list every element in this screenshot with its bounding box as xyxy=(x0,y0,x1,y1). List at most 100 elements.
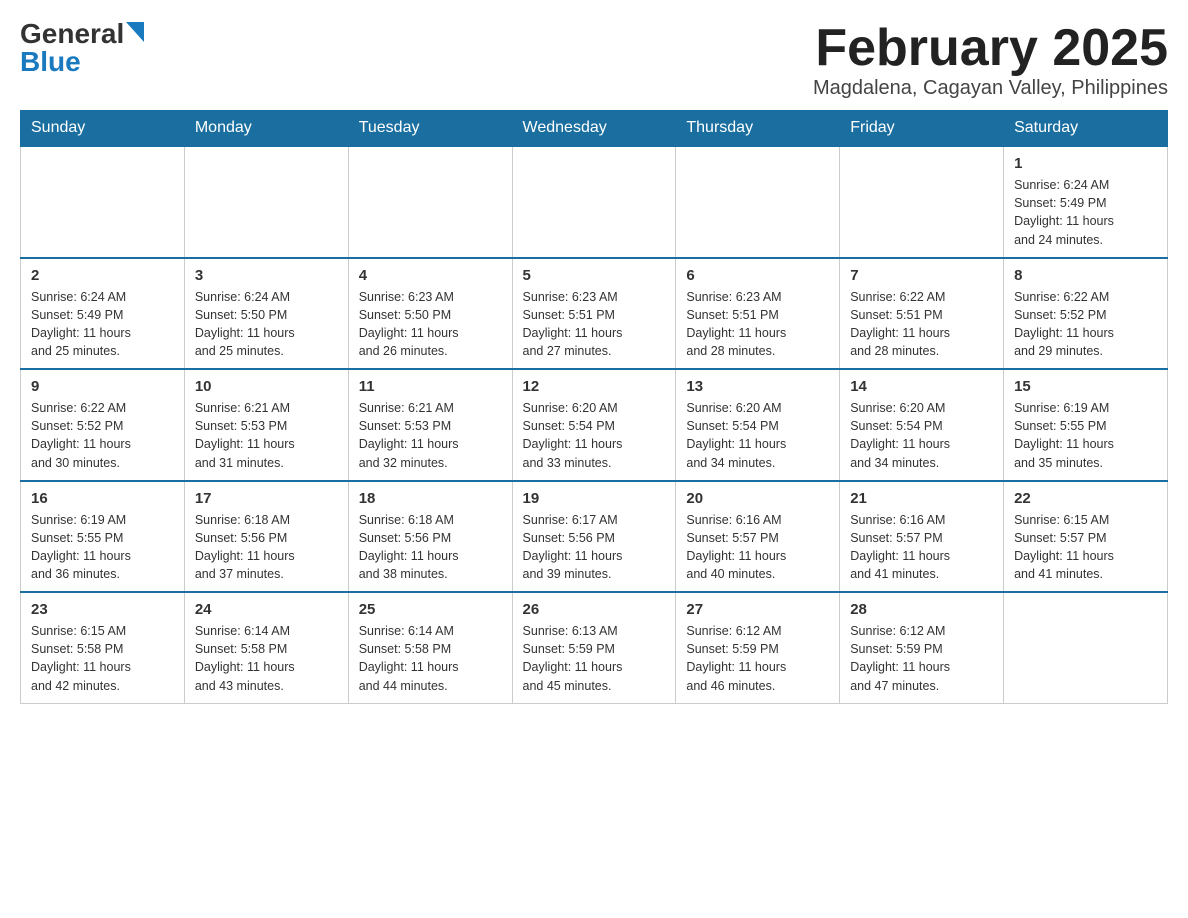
calendar-header: SundayMondayTuesdayWednesdayThursdayFrid… xyxy=(21,111,1168,147)
logo-arrow-icon xyxy=(126,22,144,42)
calendar-cell: 3 Sunrise: 6:24 AM Sunset: 5:50 PM Daylig… xyxy=(184,258,348,370)
day-number: 17 xyxy=(195,490,338,507)
calendar-cell: 28 Sunrise: 6:12 AM Sunset: 5:59 PM Dayli… xyxy=(840,592,1004,703)
calendar-title: February 2025 xyxy=(813,20,1168,77)
day-info: Sunrise: 6:18 AM Sunset: 5:56 PM Dayligh… xyxy=(359,511,502,584)
calendar-subtitle: Magdalena, Cagayan Valley, Philippines xyxy=(813,77,1168,100)
day-info: Sunrise: 6:16 AM Sunset: 5:57 PM Dayligh… xyxy=(686,511,829,584)
day-number: 7 xyxy=(850,267,993,284)
day-info: Sunrise: 6:15 AM Sunset: 5:57 PM Dayligh… xyxy=(1014,511,1157,584)
day-number: 2 xyxy=(31,267,174,284)
day-number: 22 xyxy=(1014,490,1157,507)
header-day-sunday: Sunday xyxy=(21,111,185,147)
header-day-tuesday: Tuesday xyxy=(348,111,512,147)
calendar-cell: 25 Sunrise: 6:14 AM Sunset: 5:58 PM Dayli… xyxy=(348,592,512,703)
calendar-cell: 2Sunrise: 6:24 AM Sunset: 5:49 PM Daylig… xyxy=(21,258,185,370)
calendar-week-5: 23 Sunrise: 6:15 AM Sunset: 5:58 PM Dayli… xyxy=(21,592,1168,703)
day-info: Sunrise: 6:14 AM Sunset: 5:58 PM Dayligh… xyxy=(195,622,338,695)
calendar-cell xyxy=(840,146,1004,258)
calendar-cell: 13 Sunrise: 6:20 AM Sunset: 5:54 PM Dayli… xyxy=(676,369,840,481)
calendar-week-3: 9 Sunrise: 6:22 AM Sunset: 5:52 PM Daylig… xyxy=(21,369,1168,481)
day-number: 19 xyxy=(523,490,666,507)
logo: General Blue xyxy=(20,20,144,76)
day-info: Sunrise: 6:17 AM Sunset: 5:56 PM Dayligh… xyxy=(523,511,666,584)
calendar-cell xyxy=(21,146,185,258)
calendar-cell: 21 Sunrise: 6:16 AM Sunset: 5:57 PM Dayli… xyxy=(840,481,1004,593)
day-number: 8 xyxy=(1014,267,1157,284)
calendar-cell: 26 Sunrise: 6:13 AM Sunset: 5:59 PM Dayli… xyxy=(512,592,676,703)
day-info: Sunrise: 6:16 AM Sunset: 5:57 PM Dayligh… xyxy=(850,511,993,584)
day-info: Sunrise: 6:23 AM Sunset: 5:51 PM Dayligh… xyxy=(686,288,829,361)
day-number: 24 xyxy=(195,601,338,618)
day-info: Sunrise: 6:22 AM Sunset: 5:51 PM Dayligh… xyxy=(850,288,993,361)
calendar-cell: 15 Sunrise: 6:19 AM Sunset: 5:55 PM Dayli… xyxy=(1004,369,1168,481)
day-number: 9 xyxy=(31,378,174,395)
day-number: 25 xyxy=(359,601,502,618)
day-info: Sunrise: 6:21 AM Sunset: 5:53 PM Dayligh… xyxy=(359,399,502,472)
day-info: Sunrise: 6:18 AM Sunset: 5:56 PM Dayligh… xyxy=(195,511,338,584)
calendar-cell: 20 Sunrise: 6:16 AM Sunset: 5:57 PM Dayli… xyxy=(676,481,840,593)
day-info: Sunrise: 6:15 AM Sunset: 5:58 PM Dayligh… xyxy=(31,622,174,695)
calendar-cell: 8Sunrise: 6:22 AM Sunset: 5:52 PM Daylig… xyxy=(1004,258,1168,370)
day-info: Sunrise: 6:22 AM Sunset: 5:52 PM Dayligh… xyxy=(31,399,174,472)
header-day-wednesday: Wednesday xyxy=(512,111,676,147)
day-number: 10 xyxy=(195,378,338,395)
calendar-cell: 6Sunrise: 6:23 AM Sunset: 5:51 PM Daylig… xyxy=(676,258,840,370)
day-info: Sunrise: 6:20 AM Sunset: 5:54 PM Dayligh… xyxy=(850,399,993,472)
day-info: Sunrise: 6:20 AM Sunset: 5:54 PM Dayligh… xyxy=(523,399,666,472)
day-number: 5 xyxy=(523,267,666,284)
calendar-cell: 23 Sunrise: 6:15 AM Sunset: 5:58 PM Dayli… xyxy=(21,592,185,703)
day-number: 11 xyxy=(359,378,502,395)
calendar-cell: 17 Sunrise: 6:18 AM Sunset: 5:56 PM Dayli… xyxy=(184,481,348,593)
day-info: Sunrise: 6:14 AM Sunset: 5:58 PM Dayligh… xyxy=(359,622,502,695)
calendar-body: 1Sunrise: 6:24 AM Sunset: 5:49 PM Daylig… xyxy=(21,146,1168,703)
day-info: Sunrise: 6:23 AM Sunset: 5:51 PM Dayligh… xyxy=(523,288,666,361)
page-header: General Blue February 2025 Magdalena, Ca… xyxy=(20,20,1168,100)
day-number: 13 xyxy=(686,378,829,395)
header-day-monday: Monday xyxy=(184,111,348,147)
calendar-week-4: 16Sunrise: 6:19 AM Sunset: 5:55 PM Dayli… xyxy=(21,481,1168,593)
header-day-thursday: Thursday xyxy=(676,111,840,147)
day-number: 15 xyxy=(1014,378,1157,395)
day-info: Sunrise: 6:19 AM Sunset: 5:55 PM Dayligh… xyxy=(1014,399,1157,472)
calendar-cell xyxy=(512,146,676,258)
header-day-saturday: Saturday xyxy=(1004,111,1168,147)
day-number: 23 xyxy=(31,601,174,618)
calendar-cell: 24 Sunrise: 6:14 AM Sunset: 5:58 PM Dayli… xyxy=(184,592,348,703)
calendar-cell: 14 Sunrise: 6:20 AM Sunset: 5:54 PM Dayli… xyxy=(840,369,1004,481)
calendar-cell: 1Sunrise: 6:24 AM Sunset: 5:49 PM Daylig… xyxy=(1004,146,1168,258)
day-info: Sunrise: 6:21 AM Sunset: 5:53 PM Dayligh… xyxy=(195,399,338,472)
calendar-cell: 11 Sunrise: 6:21 AM Sunset: 5:53 PM Dayli… xyxy=(348,369,512,481)
calendar-cell: 22 Sunrise: 6:15 AM Sunset: 5:57 PM Dayli… xyxy=(1004,481,1168,593)
day-info: Sunrise: 6:13 AM Sunset: 5:59 PM Dayligh… xyxy=(523,622,666,695)
calendar-cell xyxy=(676,146,840,258)
calendar-cell: 4 Sunrise: 6:23 AM Sunset: 5:50 PM Daylig… xyxy=(348,258,512,370)
day-number: 26 xyxy=(523,601,666,618)
day-number: 20 xyxy=(686,490,829,507)
day-number: 14 xyxy=(850,378,993,395)
calendar-cell: 7 Sunrise: 6:22 AM Sunset: 5:51 PM Daylig… xyxy=(840,258,1004,370)
day-number: 28 xyxy=(850,601,993,618)
calendar-cell: 16Sunrise: 6:19 AM Sunset: 5:55 PM Dayli… xyxy=(21,481,185,593)
calendar-cell: 27 Sunrise: 6:12 AM Sunset: 5:59 PM Dayli… xyxy=(676,592,840,703)
calendar-cell xyxy=(184,146,348,258)
day-number: 12 xyxy=(523,378,666,395)
day-info: Sunrise: 6:12 AM Sunset: 5:59 PM Dayligh… xyxy=(850,622,993,695)
day-info: Sunrise: 6:12 AM Sunset: 5:59 PM Dayligh… xyxy=(686,622,829,695)
calendar-cell xyxy=(1004,592,1168,703)
calendar-week-2: 2Sunrise: 6:24 AM Sunset: 5:49 PM Daylig… xyxy=(21,258,1168,370)
calendar-table: SundayMondayTuesdayWednesdayThursdayFrid… xyxy=(20,110,1168,704)
day-info: Sunrise: 6:20 AM Sunset: 5:54 PM Dayligh… xyxy=(686,399,829,472)
day-number: 4 xyxy=(359,267,502,284)
calendar-cell: 9 Sunrise: 6:22 AM Sunset: 5:52 PM Daylig… xyxy=(21,369,185,481)
day-number: 1 xyxy=(1014,155,1157,172)
header-day-friday: Friday xyxy=(840,111,1004,147)
day-number: 21 xyxy=(850,490,993,507)
day-number: 3 xyxy=(195,267,338,284)
day-number: 16 xyxy=(31,490,174,507)
day-number: 27 xyxy=(686,601,829,618)
logo-general-text: General xyxy=(20,20,124,48)
calendar-cell xyxy=(348,146,512,258)
day-info: Sunrise: 6:24 AM Sunset: 5:50 PM Dayligh… xyxy=(195,288,338,361)
day-info: Sunrise: 6:23 AM Sunset: 5:50 PM Dayligh… xyxy=(359,288,502,361)
